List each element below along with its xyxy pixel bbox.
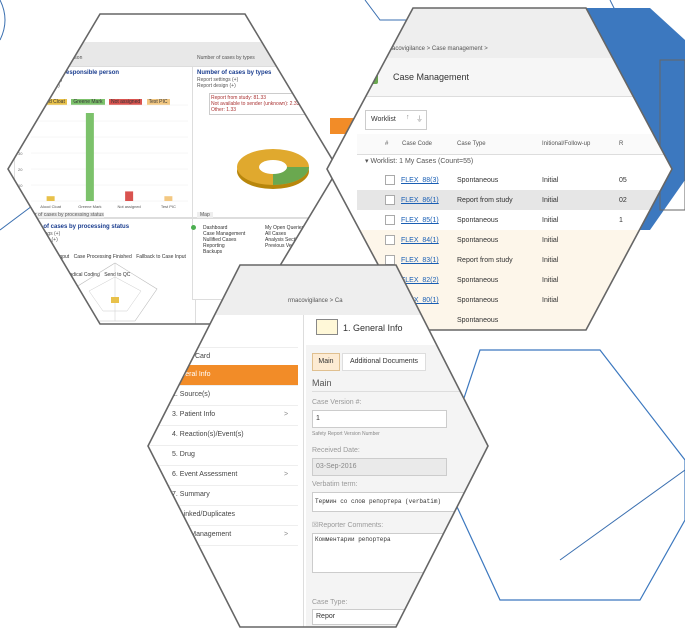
- follow-up-cell: Initial: [542, 177, 559, 184]
- menu-item[interactable]: 6. Event Assessment >: [148, 465, 298, 486]
- verbatim-label: Verbatim term:: [312, 481, 358, 488]
- panel-header: Map: [197, 212, 213, 218]
- menu-label: 6. Event Assessment: [172, 471, 238, 478]
- case-code-link[interactable]: FLEX_83(1): [401, 257, 439, 264]
- case-type-cell: Spontaneous: [457, 297, 499, 304]
- tab-main[interactable]: Main: [312, 353, 340, 371]
- follow-up-cell: Initial: [542, 277, 559, 284]
- group-label: Worklist: 1 My Cases (Count=55): [370, 158, 474, 165]
- case-code-link[interactable]: FLEX_85(1): [401, 217, 439, 224]
- case-type-cell: Spontaneous: [457, 177, 499, 184]
- case-type-cell: Report from study: [457, 257, 513, 264]
- case-type-label: Case Type:: [312, 599, 348, 606]
- page-title: Case Management: [393, 72, 470, 82]
- x-tick-label: Greene Mark: [78, 204, 101, 209]
- x-tick-label: Not assigned: [117, 204, 140, 209]
- panel-title: Number of cases by types: [197, 70, 272, 76]
- case-type-cell: Report from study: [457, 197, 513, 204]
- sort-up-icon[interactable]: ↑: [406, 114, 410, 121]
- row-checkbox[interactable]: [385, 255, 395, 265]
- follow-up-cell: Initial: [542, 237, 559, 244]
- case-type-cell: Spontaneous: [457, 237, 499, 244]
- x-tick-label: Test PIC: [161, 204, 176, 209]
- reporter-comments-label: Reporter Comments:: [318, 522, 384, 529]
- column-header[interactable]: Case Code: [402, 141, 432, 147]
- x-tick-label: Alood Cloat: [40, 204, 62, 209]
- bar: [164, 196, 173, 201]
- case-type-cell: Spontaneous: [457, 317, 499, 324]
- chart-legend: Alood Cloat Greene Mark Not assigned Tes…: [37, 90, 187, 105]
- worklist-label: Worklist: [371, 116, 396, 123]
- r-cell: 05: [619, 177, 627, 184]
- bar: [125, 191, 134, 201]
- case-type-cell: Spontaneous: [457, 277, 499, 284]
- case-code-link[interactable]: FLEX_84(1): [401, 237, 439, 244]
- row-checkbox[interactable]: [385, 215, 395, 225]
- reporter-comments-row: ☒Reporter Comments:: [312, 521, 383, 529]
- r-cell: 1: [619, 217, 623, 224]
- received-date-label: Received Date:: [312, 447, 360, 454]
- folder-icon: [316, 319, 338, 335]
- chevron-right-icon: >: [284, 411, 289, 418]
- r-cell: 02: [619, 197, 627, 204]
- received-date-field[interactable]: 03-Sep-2016: [312, 458, 447, 476]
- case-code-link[interactable]: FLEX_86(1): [401, 197, 439, 204]
- case-version-hint: Safety Report Version Number: [312, 431, 380, 437]
- bar: [46, 196, 55, 201]
- menu-label: 3. Patient Info: [172, 411, 216, 418]
- chevron-right-icon: >: [284, 531, 289, 538]
- tab-additional-documents[interactable]: Additional Documents: [342, 353, 426, 371]
- menu-label: 5. Drug: [172, 451, 195, 458]
- column-header[interactable]: Initional/Follow-up: [542, 141, 590, 147]
- table-header: # Case Code Case Type Initional/Follow-u…: [357, 134, 672, 155]
- row-checkbox[interactable]: [385, 195, 395, 205]
- column-header[interactable]: R: [619, 141, 623, 147]
- y-tick-label: 30: [18, 151, 23, 156]
- case-version-field[interactable]: 1: [312, 410, 447, 428]
- follow-up-cell: Initial: [542, 197, 559, 204]
- menu-label: 7. Summary: [172, 491, 210, 498]
- bar-chart: 6050403020100Alood Cloat Greene Mark Not a…: [18, 103, 188, 209]
- column-header[interactable]: #: [385, 141, 388, 147]
- follow-up-cell: Initial: [542, 297, 559, 304]
- group-row[interactable]: ▾ Worklist: 1 My Cases (Count=55): [365, 157, 473, 165]
- menu-label: 4. Reaction(s)/Event(s): [172, 431, 244, 438]
- menu-item[interactable]: 4. Reaction(s)/Event(s): [148, 425, 298, 446]
- report-design-link[interactable]: Report design (+): [197, 83, 236, 89]
- outline-hexagon-right: [439, 349, 685, 601]
- bar: [85, 113, 94, 201]
- filter-icon[interactable]: ⏚: [416, 114, 423, 124]
- map-column-1: Dashboard Case Management Nullified Case…: [203, 225, 263, 255]
- case-version-label: Case Version #:: [312, 399, 362, 406]
- section-title: 1. General Info: [343, 323, 403, 333]
- panel-header: Number of cases by types: [197, 55, 255, 61]
- y-tick-label: 20: [18, 167, 23, 172]
- donut-chart: [237, 149, 309, 189]
- menu-item[interactable]: 3. Patient Info >: [148, 405, 298, 426]
- row-checkbox[interactable]: [385, 235, 395, 245]
- chevron-right-icon: >: [284, 471, 289, 478]
- status-dot-icon: [191, 225, 196, 230]
- case-code-link[interactable]: FLEX_82(2): [401, 277, 439, 284]
- case-code-link[interactable]: FLEX_88(3): [401, 177, 439, 184]
- menu-item[interactable]: 5. Drug: [148, 445, 298, 466]
- worklist-tab[interactable]: Worklist ↑ ⏚: [365, 110, 427, 130]
- column-header[interactable]: Case Type: [457, 141, 486, 147]
- map-link[interactable]: Backups: [203, 249, 263, 255]
- follow-up-cell: Initial: [542, 217, 559, 224]
- pie-legend-item: Other: 1.33: [211, 107, 237, 113]
- row-checkbox[interactable]: [385, 175, 395, 185]
- follow-up-cell: Initial: [542, 257, 559, 264]
- case-type-cell: Spontaneous: [457, 217, 499, 224]
- menu-label: 2. Source(s): [172, 391, 211, 398]
- breadcrumb: macovigilance > Case management >: [387, 46, 488, 52]
- breadcrumb: rmacovigilance > Ca: [288, 298, 343, 304]
